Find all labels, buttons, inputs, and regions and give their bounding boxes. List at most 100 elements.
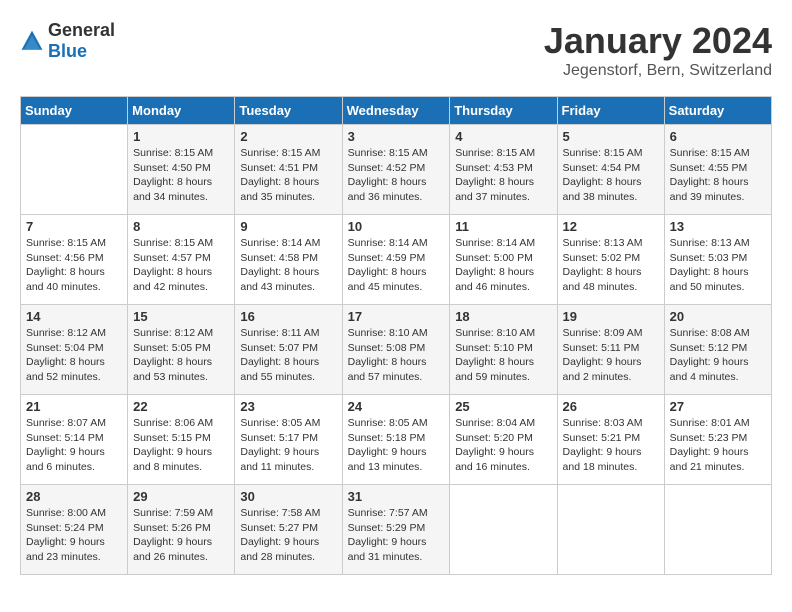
day-number: 21 bbox=[26, 399, 122, 414]
day-info: Sunrise: 8:11 AMSunset: 5:07 PMDaylight:… bbox=[240, 326, 336, 385]
calendar-cell: 2Sunrise: 8:15 AMSunset: 4:51 PMDaylight… bbox=[235, 125, 342, 215]
day-number: 5 bbox=[563, 129, 659, 144]
calendar-cell: 18 Sunrise: 8:10 AMSunset: 5:10 PMDayligh… bbox=[450, 305, 557, 395]
day-number: 18 bbox=[455, 309, 551, 324]
calendar-cell: 10 Sunrise: 8:14 AMSunset: 4:59 PMDayligh… bbox=[342, 215, 450, 305]
day-info: Sunrise: 8:15 AMSunset: 4:53 PMDaylight:… bbox=[455, 146, 551, 205]
weekday-header-saturday: Saturday bbox=[664, 97, 771, 125]
week-row-2: 7Sunrise: 8:15 AMSunset: 4:56 PMDaylight… bbox=[21, 215, 772, 305]
weekday-header-friday: Friday bbox=[557, 97, 664, 125]
weekday-header-sunday: Sunday bbox=[21, 97, 128, 125]
calendar-cell bbox=[450, 485, 557, 575]
day-number: 26 bbox=[563, 399, 659, 414]
calendar-cell: 14 Sunrise: 8:12 AMSunset: 5:04 PMDayligh… bbox=[21, 305, 128, 395]
calendar-cell: 7Sunrise: 8:15 AMSunset: 4:56 PMDaylight… bbox=[21, 215, 128, 305]
calendar-cell: 13Sunrise: 8:13 AMSunset: 5:03 PMDayligh… bbox=[664, 215, 771, 305]
day-number: 29 bbox=[133, 489, 229, 504]
week-row-3: 14 Sunrise: 8:12 AMSunset: 5:04 PMDayligh… bbox=[21, 305, 772, 395]
day-number: 20 bbox=[670, 309, 766, 324]
calendar-cell: 9 Sunrise: 8:14 AMSunset: 4:58 PMDaylight… bbox=[235, 215, 342, 305]
day-info: Sunrise: 7:57 AMSunset: 5:29 PMDaylight:… bbox=[348, 506, 445, 565]
calendar-cell: 31 Sunrise: 7:57 AMSunset: 5:29 PMDayligh… bbox=[342, 485, 450, 575]
weekday-header-row: SundayMondayTuesdayWednesdayThursdayFrid… bbox=[21, 97, 772, 125]
day-number: 1 bbox=[133, 129, 229, 144]
weekday-header-tuesday: Tuesday bbox=[235, 97, 342, 125]
logo: General Blue bbox=[20, 20, 115, 62]
calendar-cell bbox=[664, 485, 771, 575]
calendar-cell: 26 Sunrise: 8:03 AMSunset: 5:21 PMDayligh… bbox=[557, 395, 664, 485]
day-info: Sunrise: 8:12 AMSunset: 5:04 PMDaylight:… bbox=[26, 326, 122, 385]
day-info: Sunrise: 8:05 AMSunset: 5:17 PMDaylight:… bbox=[240, 416, 336, 475]
day-number: 4 bbox=[455, 129, 551, 144]
calendar-cell: 3 Sunrise: 8:15 AMSunset: 4:52 PMDaylight… bbox=[342, 125, 450, 215]
calendar-cell: 25 Sunrise: 8:04 AMSunset: 5:20 PMDayligh… bbox=[450, 395, 557, 485]
week-row-5: 28Sunrise: 8:00 AMSunset: 5:24 PMDayligh… bbox=[21, 485, 772, 575]
day-number: 19 bbox=[563, 309, 659, 324]
calendar-cell: 12Sunrise: 8:13 AMSunset: 5:02 PMDayligh… bbox=[557, 215, 664, 305]
calendar-cell: 8Sunrise: 8:15 AMSunset: 4:57 PMDaylight… bbox=[128, 215, 235, 305]
day-info: Sunrise: 8:06 AMSunset: 5:15 PMDaylight:… bbox=[133, 416, 229, 475]
weekday-header-thursday: Thursday bbox=[450, 97, 557, 125]
day-info: Sunrise: 8:00 AMSunset: 5:24 PMDaylight:… bbox=[26, 506, 122, 565]
calendar-cell: 29 Sunrise: 7:59 AMSunset: 5:26 PMDayligh… bbox=[128, 485, 235, 575]
day-info: Sunrise: 8:13 AMSunset: 5:02 PMDaylight:… bbox=[563, 236, 659, 295]
calendar-cell bbox=[557, 485, 664, 575]
week-row-4: 21Sunrise: 8:07 AMSunset: 5:14 PMDayligh… bbox=[21, 395, 772, 485]
day-number: 17 bbox=[348, 309, 445, 324]
calendar-cell: 23 Sunrise: 8:05 AMSunset: 5:17 PMDayligh… bbox=[235, 395, 342, 485]
logo-text: General Blue bbox=[48, 20, 115, 62]
calendar-cell: 30Sunrise: 7:58 AMSunset: 5:27 PMDayligh… bbox=[235, 485, 342, 575]
day-info: Sunrise: 8:10 AMSunset: 5:10 PMDaylight:… bbox=[455, 326, 551, 385]
calendar-cell: 17Sunrise: 8:10 AMSunset: 5:08 PMDayligh… bbox=[342, 305, 450, 395]
day-number: 9 bbox=[240, 219, 336, 234]
weekday-header-monday: Monday bbox=[128, 97, 235, 125]
day-number: 16 bbox=[240, 309, 336, 324]
calendar-cell: 15Sunrise: 8:12 AMSunset: 5:05 PMDayligh… bbox=[128, 305, 235, 395]
calendar-cell: 1 Sunrise: 8:15 AMSunset: 4:50 PMDaylight… bbox=[128, 125, 235, 215]
month-title: January 2024 bbox=[544, 20, 772, 62]
day-number: 2 bbox=[240, 129, 336, 144]
day-number: 14 bbox=[26, 309, 122, 324]
day-info: Sunrise: 8:14 AMSunset: 4:58 PMDaylight:… bbox=[240, 236, 336, 295]
day-number: 11 bbox=[455, 219, 551, 234]
day-number: 25 bbox=[455, 399, 551, 414]
day-info: Sunrise: 8:08 AMSunset: 5:12 PMDaylight:… bbox=[670, 326, 766, 385]
day-info: Sunrise: 7:59 AMSunset: 5:26 PMDaylight:… bbox=[133, 506, 229, 565]
day-info: Sunrise: 8:15 AMSunset: 4:52 PMDaylight:… bbox=[348, 146, 445, 205]
calendar-cell: 24 Sunrise: 8:05 AMSunset: 5:18 PMDayligh… bbox=[342, 395, 450, 485]
calendar-cell: 4 Sunrise: 8:15 AMSunset: 4:53 PMDaylight… bbox=[450, 125, 557, 215]
day-number: 22 bbox=[133, 399, 229, 414]
calendar-cell: 19Sunrise: 8:09 AMSunset: 5:11 PMDayligh… bbox=[557, 305, 664, 395]
day-info: Sunrise: 8:12 AMSunset: 5:05 PMDaylight:… bbox=[133, 326, 229, 385]
day-info: Sunrise: 8:15 AMSunset: 4:55 PMDaylight:… bbox=[670, 146, 766, 205]
location-title: Jegenstorf, Bern, Switzerland bbox=[544, 62, 772, 80]
calendar-cell: 11 Sunrise: 8:14 AMSunset: 5:00 PMDayligh… bbox=[450, 215, 557, 305]
day-info: Sunrise: 8:01 AMSunset: 5:23 PMDaylight:… bbox=[670, 416, 766, 475]
day-info: Sunrise: 8:15 AMSunset: 4:50 PMDaylight:… bbox=[133, 146, 229, 205]
day-info: Sunrise: 8:05 AMSunset: 5:18 PMDaylight:… bbox=[348, 416, 445, 475]
day-number: 30 bbox=[240, 489, 336, 504]
weekday-header-wednesday: Wednesday bbox=[342, 97, 450, 125]
day-info: Sunrise: 8:14 AMSunset: 5:00 PMDaylight:… bbox=[455, 236, 551, 295]
day-number: 8 bbox=[133, 219, 229, 234]
logo-icon bbox=[20, 29, 44, 53]
day-info: Sunrise: 8:04 AMSunset: 5:20 PMDaylight:… bbox=[455, 416, 551, 475]
calendar-cell: 22 Sunrise: 8:06 AMSunset: 5:15 PMDayligh… bbox=[128, 395, 235, 485]
header: General Blue January 2024 Jegenstorf, Be… bbox=[20, 20, 772, 80]
day-number: 23 bbox=[240, 399, 336, 414]
calendar-cell: 28Sunrise: 8:00 AMSunset: 5:24 PMDayligh… bbox=[21, 485, 128, 575]
calendar-cell: 27 Sunrise: 8:01 AMSunset: 5:23 PMDayligh… bbox=[664, 395, 771, 485]
day-number: 31 bbox=[348, 489, 445, 504]
day-number: 27 bbox=[670, 399, 766, 414]
day-info: Sunrise: 8:13 AMSunset: 5:03 PMDaylight:… bbox=[670, 236, 766, 295]
calendar-cell: 20 Sunrise: 8:08 AMSunset: 5:12 PMDayligh… bbox=[664, 305, 771, 395]
day-info: Sunrise: 8:14 AMSunset: 4:59 PMDaylight:… bbox=[348, 236, 445, 295]
title-area: January 2024 Jegenstorf, Bern, Switzerla… bbox=[544, 20, 772, 80]
calendar-cell: 16 Sunrise: 8:11 AMSunset: 5:07 PMDayligh… bbox=[235, 305, 342, 395]
logo-blue: Blue bbox=[48, 41, 87, 61]
calendar-cell bbox=[21, 125, 128, 215]
day-number: 24 bbox=[348, 399, 445, 414]
day-info: Sunrise: 8:03 AMSunset: 5:21 PMDaylight:… bbox=[563, 416, 659, 475]
day-number: 3 bbox=[348, 129, 445, 144]
day-number: 10 bbox=[348, 219, 445, 234]
